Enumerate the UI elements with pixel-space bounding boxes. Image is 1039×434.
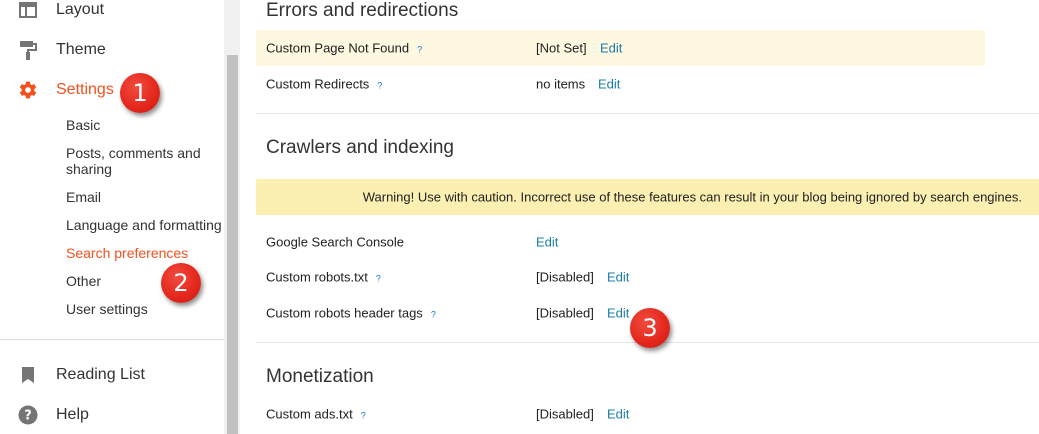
setting-value: no items	[536, 76, 586, 92]
sidebar-item-label: Reading List	[56, 366, 145, 383]
settings-main-panel: Errors and redirections Custom Page Not …	[240, 0, 1039, 434]
warning-banner: Warning! Use with caution. Incorrect use…	[256, 179, 1039, 215]
setting-label: Custom robots header tags	[266, 305, 423, 321]
sidebar-item-label: Help	[56, 406, 89, 423]
setting-value: [Disabled]	[536, 269, 594, 285]
sidebar-item-label: Theme	[56, 41, 106, 58]
layout-icon	[18, 0, 38, 20]
setting-label: Custom Page Not Found	[266, 40, 410, 56]
sidebar-item-label: Settings	[56, 81, 114, 98]
sidebar-divider	[0, 339, 224, 340]
edit-link[interactable]: Edit	[607, 306, 629, 321]
sidebar-subitem-email[interactable]: Email	[66, 189, 101, 205]
edit-link[interactable]: Edit	[598, 77, 620, 92]
step-callout-3: 3	[630, 308, 670, 348]
gear-icon	[18, 80, 38, 100]
sidebar-item-reading-list[interactable]: Reading List	[0, 360, 224, 390]
sidebar-item-layout[interactable]: Layout	[0, 0, 224, 25]
step-callout-2: 2	[161, 263, 201, 303]
section-title-monetization: Monetization	[266, 366, 374, 387]
setting-label: Custom robots.txt	[266, 269, 368, 285]
help-icon[interactable]: ?	[376, 273, 381, 283]
sidebar-item-help[interactable]: ? Help	[0, 400, 224, 430]
sidebar-item-settings[interactable]: Settings	[0, 75, 224, 105]
sidebar-item-label: Layout	[56, 1, 105, 18]
setting-value: [Not Set]	[536, 40, 587, 56]
section-title-errors: Errors and redirections	[266, 0, 459, 21]
help-circle-icon: ?	[18, 405, 38, 425]
sidebar-item-theme[interactable]: Theme	[0, 35, 224, 65]
section-divider	[256, 113, 1039, 114]
setting-row-custom-page-not-found: Custom Page Not Found? [Not Set] Edit	[256, 30, 985, 66]
sidebar-subitem-basic[interactable]: Basic	[66, 117, 100, 133]
paint-roller-icon	[18, 40, 38, 60]
sidebar-subitem-user-settings[interactable]: User settings	[66, 301, 148, 317]
bookmark-icon	[18, 365, 38, 385]
help-icon[interactable]: ?	[361, 410, 366, 420]
setting-value: [Disabled]	[536, 406, 594, 422]
edit-link[interactable]: Edit	[536, 235, 558, 250]
setting-row-custom-robots-txt: Custom robots.txt? [Disabled] Edit	[256, 259, 985, 295]
edit-link[interactable]: Edit	[600, 41, 622, 56]
section-title-crawlers: Crawlers and indexing	[266, 137, 454, 158]
sidebar-subitem-language-formatting[interactable]: Language and formatting	[66, 217, 222, 233]
setting-label: Custom ads.txt	[266, 406, 353, 422]
setting-row-custom-redirects: Custom Redirects? no items Edit	[256, 66, 985, 102]
svg-text:?: ?	[24, 409, 32, 424]
setting-label: Google Search Console	[266, 234, 405, 250]
help-icon[interactable]: ?	[431, 309, 436, 319]
sidebar-subitem-posts-comments-sharing[interactable]: Posts, comments and sharing	[66, 145, 216, 177]
warning-text: Warning! Use with caution. Incorrect use…	[362, 189, 1022, 205]
setting-value: [Disabled]	[536, 305, 594, 321]
sidebar: Layout Theme Settings Basic Posts, comme…	[0, 0, 224, 434]
setting-label: Custom Redirects	[266, 76, 370, 92]
step-callout-1: 1	[120, 73, 160, 113]
setting-row-custom-robots-header-tags: Custom robots header tags? [Disabled] Ed…	[256, 295, 985, 331]
help-icon[interactable]: ?	[377, 80, 382, 90]
sidebar-subitem-search-preferences[interactable]: Search preferences	[66, 245, 188, 261]
setting-row-custom-ads-txt: Custom ads.txt? [Disabled] Edit	[256, 396, 985, 432]
edit-link[interactable]: Edit	[607, 270, 629, 285]
edit-link[interactable]: Edit	[607, 407, 629, 422]
help-icon[interactable]: ?	[417, 44, 422, 54]
sidebar-scrollbar-thumb[interactable]	[227, 55, 238, 434]
setting-row-google-search-console: Google Search Console Edit	[256, 224, 985, 260]
sidebar-subitem-other[interactable]: Other	[66, 273, 101, 289]
